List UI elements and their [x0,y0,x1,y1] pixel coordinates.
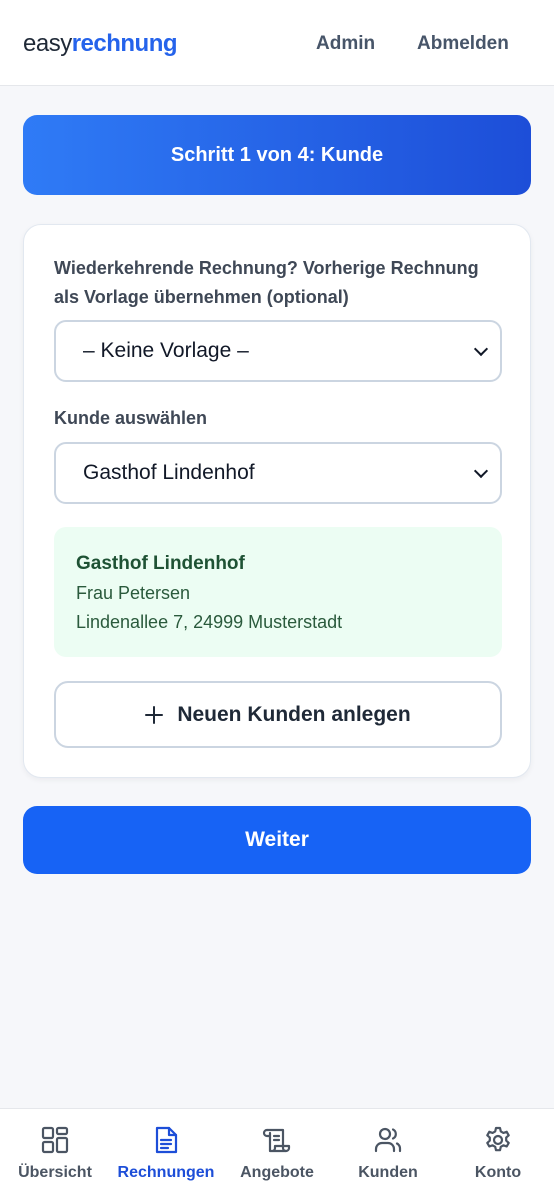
logout-link[interactable]: Abmelden [417,33,509,55]
template-select[interactable]: – Keine Vorlage – [54,320,502,382]
tab-offers[interactable]: Angebote [222,1109,332,1200]
tab-account-label: Konto [474,1164,522,1181]
bottom-nav: Übersicht Rechnungen Angebote Kunden Kon… [0,1108,554,1200]
chevron-down-icon [473,341,489,357]
template-select-value: – Keine Vorlage – [83,339,249,362]
customer-info-box: Gasthof Lindenhof Frau Petersen Lindenal… [54,527,502,657]
users-icon [374,1127,402,1153]
gear-icon [486,1126,510,1152]
document-icon [155,1126,178,1154]
new-customer-button[interactable]: Neuen Kunden anlegen [54,681,502,748]
customer-select[interactable]: Gasthof Lindenhof [54,442,502,504]
admin-link[interactable]: Admin [316,33,375,55]
app-logo[interactable]: easyrechnung [23,30,178,58]
step-banner: Schritt 1 von 4: Kunde [23,115,531,195]
customer-select-value: Gasthof Lindenhof [83,461,255,484]
customer-label: Kunde auswählen [54,408,208,428]
template-label: Wiederkehrende Rechnung? Vorherige Rechn… [54,258,479,307]
customer-step-card: Wiederkehrende Rechnung? Vorherige Rechn… [23,224,531,778]
customer-info-address: Lindenallee 7, 24999 Musterstadt [76,612,343,632]
customer-info-name: Gasthof Lindenhof [76,553,245,574]
tab-overview[interactable]: Übersicht [0,1109,110,1200]
continue-button[interactable]: Weiter [23,806,531,874]
logo-text-easy: easy [23,30,72,57]
tab-invoices[interactable]: Rechnungen [111,1109,221,1200]
scroll-icon [262,1128,291,1153]
continue-label: Weiter [245,828,309,851]
grid-icon [41,1126,69,1154]
new-customer-label: Neuen Kunden anlegen [177,702,411,726]
chevron-down-icon [473,463,489,479]
customer-info-contact: Frau Petersen [76,583,191,603]
step-title: Schritt 1 von 4: Kunde [170,143,384,166]
logo-text-rechnung: rechnung [71,30,178,57]
plus-icon [145,705,164,724]
tab-customers[interactable]: Kunden [333,1109,443,1200]
tab-account[interactable]: Konto [443,1109,553,1200]
top-header: easyrechnung Admin Abmelden [0,0,554,86]
